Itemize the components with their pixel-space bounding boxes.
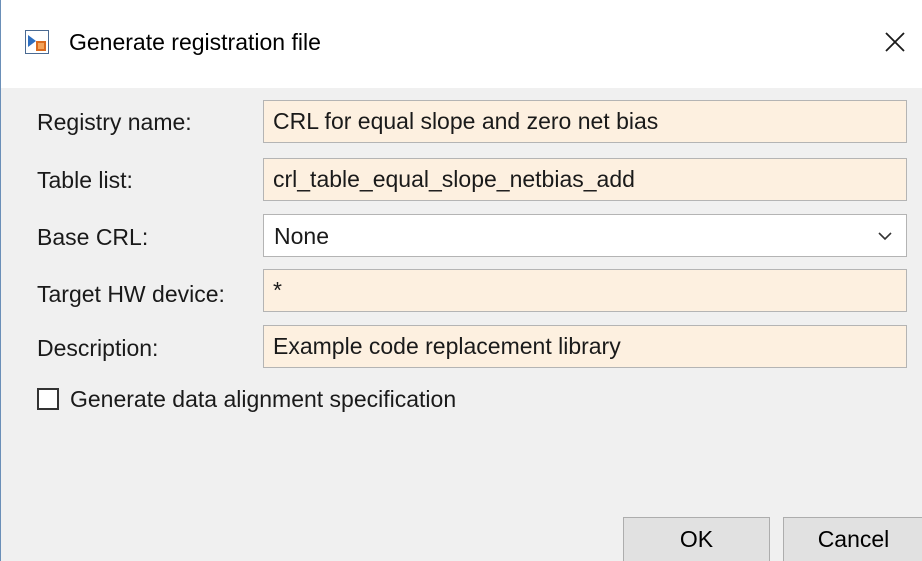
registry-name-field[interactable] [263, 100, 907, 143]
base-crl-selected-value: None [274, 223, 329, 249]
chevron-down-icon [878, 232, 892, 241]
generate-registration-dialog: Generate registration file Registry name… [0, 0, 922, 561]
ok-button[interactable]: OK [623, 517, 770, 561]
data-alignment-checkbox[interactable] [37, 388, 59, 410]
cancel-button[interactable]: Cancel [783, 517, 922, 561]
target-hw-device-label: Target HW device: [37, 281, 225, 307]
table-list-field[interactable] [263, 158, 907, 201]
title-bar: Generate registration file [1, 0, 922, 88]
close-icon [885, 32, 905, 52]
dialog-title: Generate registration file [69, 29, 321, 55]
description-label: Description: [37, 335, 159, 361]
data-alignment-checkbox-label: Generate data alignment specification [70, 386, 457, 412]
close-button[interactable] [875, 22, 915, 62]
data-alignment-checkbox-row[interactable]: Generate data alignment specification [37, 384, 456, 414]
description-field[interactable] [263, 325, 907, 368]
base-crl-label: Base CRL: [37, 224, 149, 250]
registry-name-label: Registry name: [37, 109, 192, 135]
table-list-label: Table list: [37, 167, 133, 193]
matlab-app-icon [25, 30, 49, 54]
base-crl-select[interactable]: None [263, 214, 907, 257]
target-hw-device-field[interactable] [263, 269, 907, 312]
